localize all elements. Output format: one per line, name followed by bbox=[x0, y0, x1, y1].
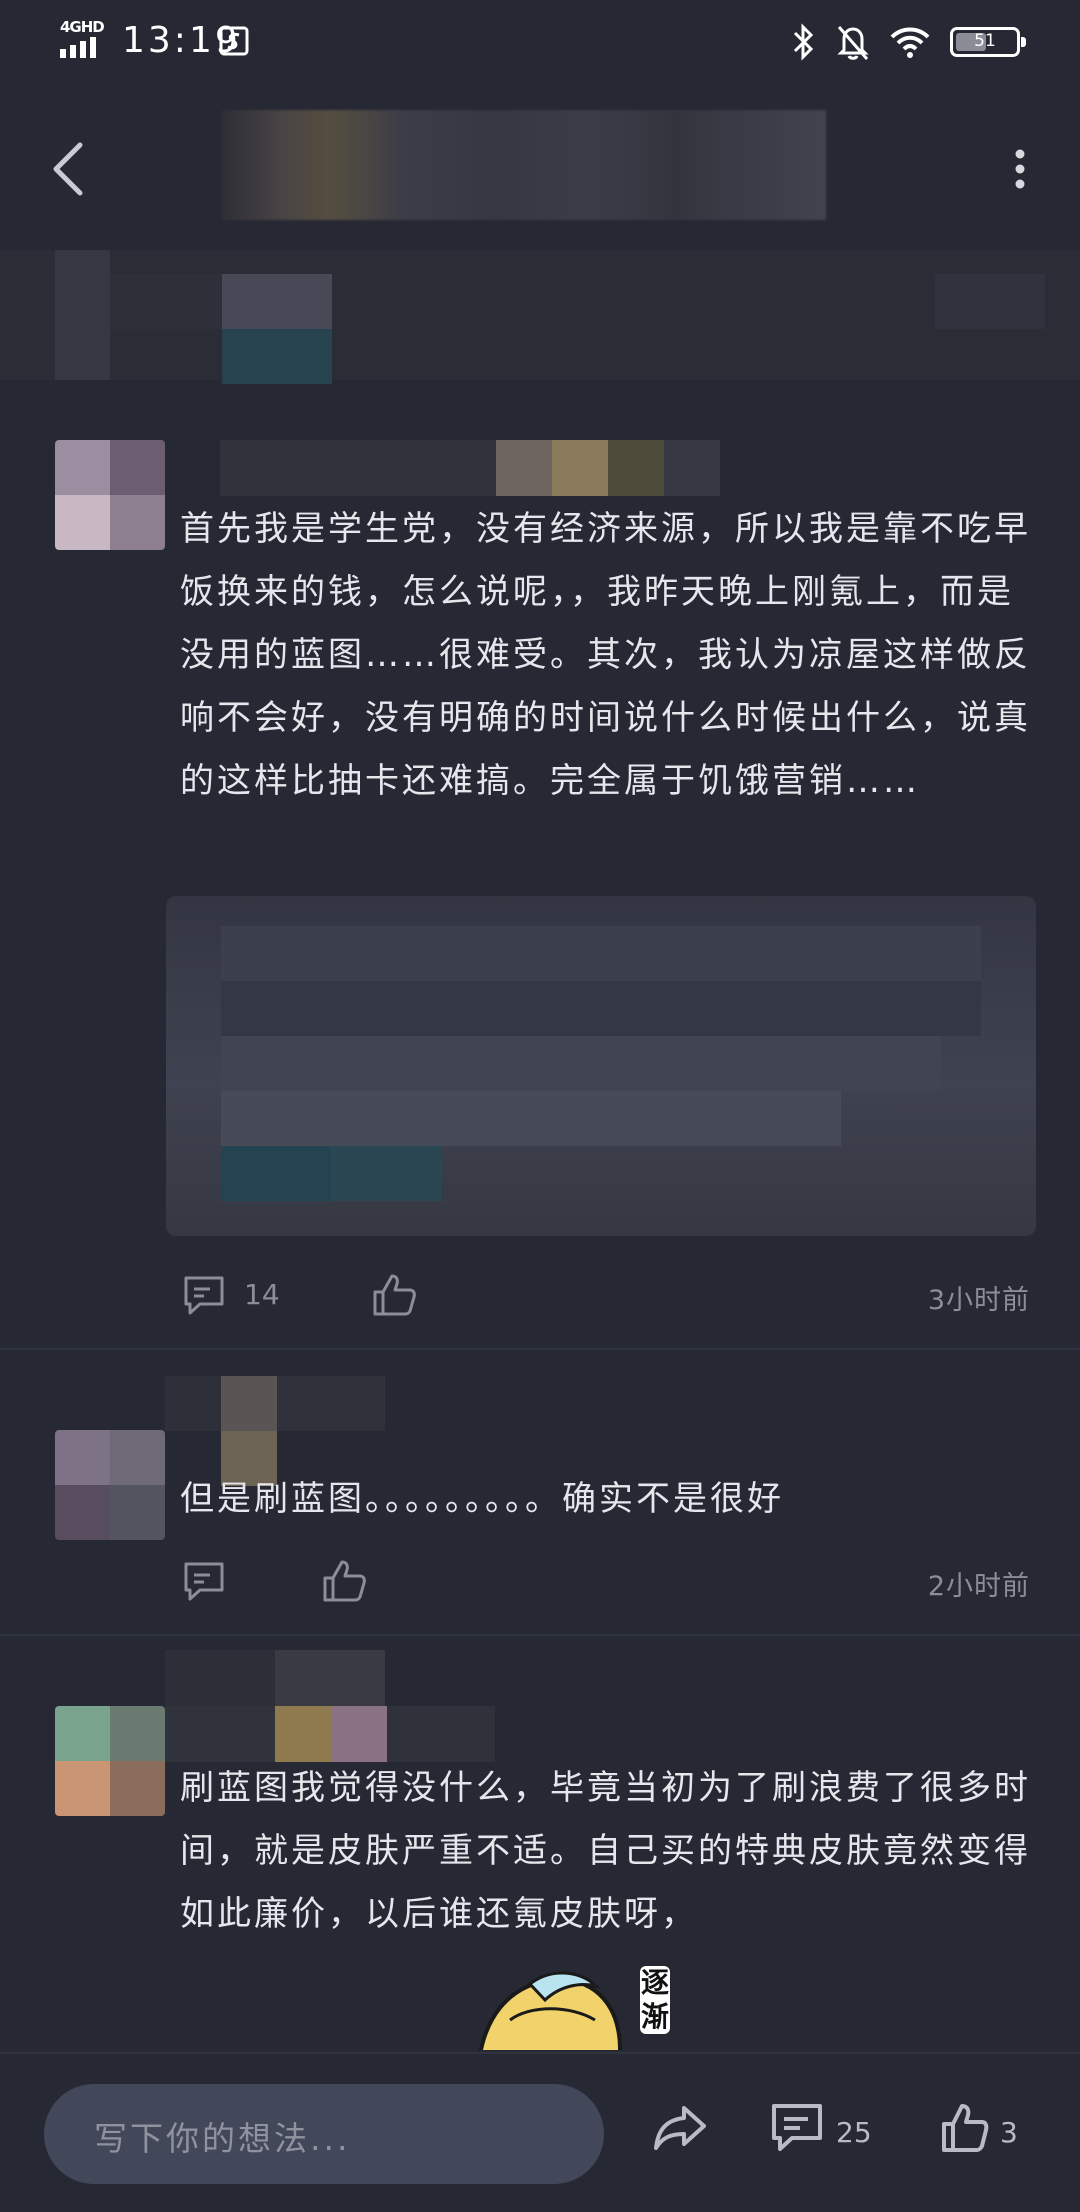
more-vertical-icon bbox=[1015, 149, 1025, 189]
comment-time: 3小时前 bbox=[927, 1285, 1030, 1316]
reply-bubble-icon[interactable] bbox=[180, 1558, 228, 1604]
signal-icon: 4GHD bbox=[60, 18, 108, 60]
back-arrow-icon bbox=[53, 142, 83, 196]
share-icon[interactable] bbox=[652, 2102, 708, 2154]
comment-avatar[interactable] bbox=[55, 1706, 165, 1816]
comment-count: 25 bbox=[836, 2116, 872, 2149]
comment-username-mosaic[interactable] bbox=[165, 1650, 495, 1762]
thumbs-up-icon[interactable] bbox=[320, 1558, 368, 1604]
post-title-mosaic bbox=[222, 110, 826, 220]
reply-count: 14 bbox=[244, 1278, 280, 1311]
comment-username-mosaic[interactable] bbox=[220, 440, 720, 496]
back-button[interactable] bbox=[38, 136, 98, 202]
status-bar: 4GHD 13:19 51 bbox=[0, 0, 1080, 84]
bluetooth-icon bbox=[793, 23, 814, 61]
wifi-icon bbox=[890, 27, 930, 58]
comment-meta-row: 14 3小时前 bbox=[180, 1264, 1040, 1324]
battery-percent: 51 bbox=[974, 31, 996, 51]
comment-text: 但是刷蓝图。。。。。。。。。确实不是很好 bbox=[180, 1479, 784, 1519]
comment-text: 刷蓝图我觉得没什么，毕竟当初为了刷浪费了很多时间，就是皮肤严重不适。自己买的特典… bbox=[180, 1768, 1031, 1934]
comment-input[interactable]: 写下你的想法... bbox=[44, 2084, 604, 2184]
comment-time: 2小时前 bbox=[927, 1571, 1030, 1602]
reply-bubble-icon[interactable] bbox=[180, 1272, 228, 1318]
divider bbox=[0, 1348, 1080, 1350]
network-type: 4GHD bbox=[60, 18, 105, 36]
bottom-action-bar: 写下你的想法... 25 3 bbox=[0, 2052, 1080, 2212]
more-options-button[interactable] bbox=[1000, 136, 1040, 202]
comment-avatar[interactable] bbox=[55, 440, 165, 550]
nav-bar bbox=[0, 100, 1080, 240]
sticker-image: 逐渐 bbox=[470, 1960, 700, 2050]
comment-icon[interactable] bbox=[770, 2102, 824, 2154]
comment-text: 首先我是学生党，没有经济来源，所以我是靠不吃早饭换来的钱，怎么说呢，，我昨天晚上… bbox=[180, 509, 1031, 801]
bell-muted-icon bbox=[837, 26, 869, 60]
notification-s-icon bbox=[219, 26, 249, 56]
thumbs-up-icon[interactable] bbox=[370, 1272, 418, 1318]
comment-input-placeholder: 写下你的想法... bbox=[94, 2119, 351, 2158]
thumbs-up-icon[interactable] bbox=[940, 2102, 990, 2154]
like-count: 3 bbox=[1000, 2116, 1018, 2149]
subheader-mosaic bbox=[0, 250, 1080, 384]
divider bbox=[0, 1634, 1080, 1636]
battery-icon: 51 bbox=[950, 27, 1026, 57]
quoted-post-card-mosaic[interactable] bbox=[166, 896, 1036, 1236]
sticker-caption: 逐渐 bbox=[640, 1966, 670, 2034]
comment-avatar[interactable] bbox=[55, 1430, 165, 1540]
comment-meta-row: 2小时前 bbox=[180, 1550, 1040, 1610]
